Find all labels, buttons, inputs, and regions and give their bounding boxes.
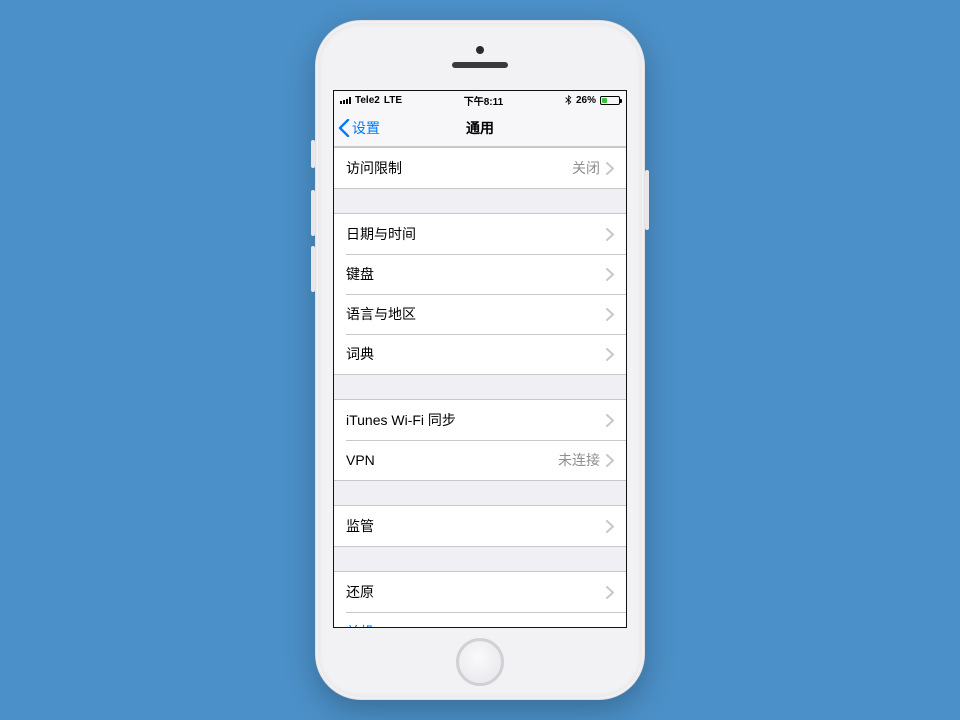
home-button[interactable] [456, 638, 504, 686]
row-label: VPN [346, 452, 375, 468]
chevron-right-icon [606, 162, 614, 175]
bluetooth-icon [565, 95, 572, 105]
row-dictionary[interactable]: 词典 [334, 334, 626, 374]
group-spacer [334, 481, 626, 505]
row-language-region[interactable]: 语言与地区 [334, 294, 626, 334]
nav-bar: 设置 通用 [334, 109, 626, 147]
group-localization: 日期与时间 键盘 语言与地区 [334, 213, 626, 375]
back-label: 设置 [352, 118, 380, 138]
row-shutdown[interactable]: 关机 [334, 612, 626, 627]
row-label: 日期与时间 [346, 224, 416, 244]
group-network: iTunes Wi-Fi 同步 VPN 未连接 [334, 399, 626, 481]
front-camera [476, 46, 484, 54]
network-label: LTE [384, 95, 402, 106]
volume-up-button [311, 190, 315, 236]
group-reset: 还原 关机 [334, 571, 626, 627]
row-label: 关机 [346, 622, 374, 627]
chevron-right-icon [606, 520, 614, 533]
settings-content: 访问限制 关闭 日期与时间 [334, 147, 626, 627]
screen: Tele2 LTE 下午8:11 26% 设置 通用 [333, 90, 627, 628]
group-spacer [334, 189, 626, 213]
chevron-right-icon [606, 228, 614, 241]
row-vpn[interactable]: VPN 未连接 [334, 440, 626, 480]
row-value: 关闭 [572, 158, 614, 178]
iphone-device-frame: Tele2 LTE 下午8:11 26% 设置 通用 [315, 20, 645, 700]
chevron-right-icon [606, 348, 614, 361]
battery-percent: 26% [576, 95, 596, 106]
row-value: 未连接 [558, 450, 614, 470]
status-bar: Tele2 LTE 下午8:11 26% [334, 91, 626, 109]
back-button[interactable]: 设置 [334, 118, 380, 138]
chevron-right-icon [606, 268, 614, 281]
group-spacer [334, 375, 626, 399]
row-label: 访问限制 [346, 158, 402, 178]
carrier-label: Tele2 [355, 95, 380, 106]
chevron-right-icon [606, 586, 614, 599]
chevron-right-icon [606, 414, 614, 427]
mute-switch [311, 140, 315, 168]
row-itunes-wifi-sync[interactable]: iTunes Wi-Fi 同步 [334, 400, 626, 440]
row-profiles[interactable]: 监管 [334, 506, 626, 546]
status-right: 26% [565, 95, 620, 106]
row-label: 还原 [346, 582, 374, 602]
chevron-left-icon [338, 119, 350, 137]
row-label: 语言与地区 [346, 304, 416, 324]
group-spacer [334, 547, 626, 571]
row-restrictions[interactable]: 访问限制 关闭 [334, 148, 626, 188]
chevron-right-icon [606, 454, 614, 467]
group-restrictions: 访问限制 关闭 [334, 147, 626, 189]
row-date-time[interactable]: 日期与时间 [334, 214, 626, 254]
row-label: 词典 [346, 344, 374, 364]
earpiece-speaker [452, 62, 508, 68]
status-left: Tele2 LTE [340, 95, 402, 106]
row-label: 键盘 [346, 264, 374, 284]
power-button [645, 170, 649, 230]
row-value-text: 未连接 [558, 450, 600, 470]
chevron-right-icon [606, 308, 614, 321]
group-profiles: 监管 [334, 505, 626, 547]
row-label: iTunes Wi-Fi 同步 [346, 410, 456, 430]
row-label: 监管 [346, 516, 374, 536]
volume-down-button [311, 246, 315, 292]
status-time: 下午8:11 [464, 93, 503, 108]
row-reset[interactable]: 还原 [334, 572, 626, 612]
signal-icon [340, 96, 351, 104]
row-keyboard[interactable]: 键盘 [334, 254, 626, 294]
battery-icon [600, 96, 620, 105]
row-value-text: 关闭 [572, 158, 600, 178]
